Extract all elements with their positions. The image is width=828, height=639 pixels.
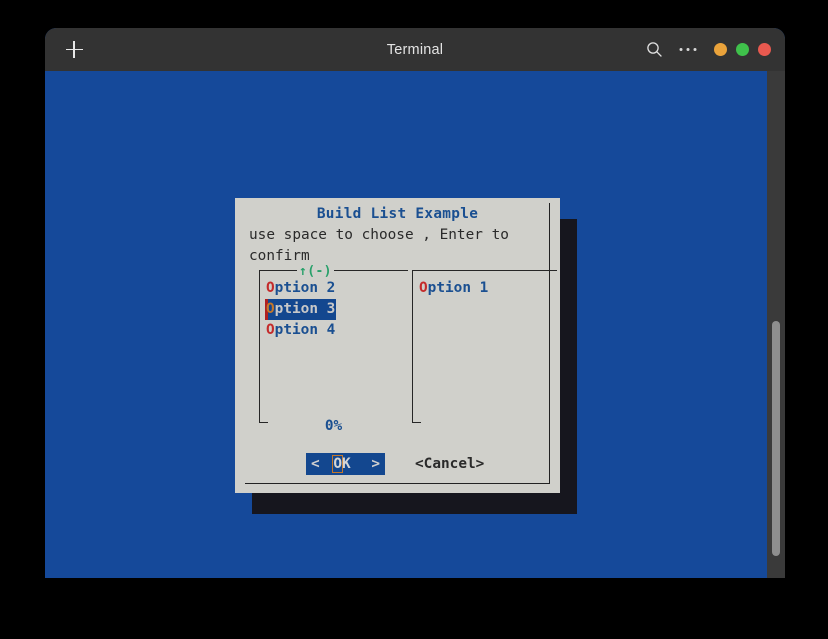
search-button[interactable]	[637, 28, 671, 71]
list-item-label: ption 2	[274, 280, 336, 296]
cancel-button[interactable]: <Cancel>	[415, 453, 484, 475]
ok-right-caret: >	[371, 456, 380, 472]
available-options-pane: ↑(-) Option 2 Option 3 Option 4	[259, 261, 408, 423]
ok-left-caret: <	[311, 456, 320, 472]
list-item-label: ption 4	[274, 322, 336, 338]
ok-button[interactable]: < OK >	[306, 453, 385, 475]
terminal-scrollbar-thumb[interactable]	[772, 321, 780, 556]
terminal-scrollbar-track[interactable]	[767, 71, 785, 578]
list-item-label: ption 1	[427, 280, 489, 296]
list-item-hotkey: O	[266, 322, 275, 338]
dialog-button-row: < OK > <Cancel>	[235, 453, 560, 477]
ellipsis-icon	[679, 48, 697, 51]
terminal-body: Build List Example use space to choose ,…	[45, 71, 785, 578]
pane-top-border	[412, 270, 557, 271]
ok-label: OK	[332, 453, 351, 475]
list-item-hotkey: O	[266, 301, 275, 317]
pane-bottom-border	[412, 422, 421, 423]
selected-options-list: Option 1	[418, 278, 555, 299]
dialog-prompt: use space to choose , Enter to confirm	[249, 227, 509, 264]
screen: Terminal Build List Example use space to…	[0, 0, 828, 639]
minimize-button[interactable]	[714, 43, 727, 56]
list-item[interactable]: Option 2	[265, 278, 336, 299]
ok-rest: K	[342, 456, 351, 472]
maximize-button[interactable]	[736, 43, 749, 56]
titlebar-actions	[637, 28, 771, 71]
selected-options-pane: Option 1	[412, 270, 557, 423]
available-options-list: Option 2 Option 3 Option 4	[265, 278, 406, 341]
terminal-titlebar: Terminal	[45, 28, 785, 71]
list-item-hotkey: O	[419, 280, 428, 296]
pane-left-border	[259, 270, 260, 423]
list-item-label: ption 3	[274, 301, 336, 317]
pane-left-border	[412, 270, 413, 423]
search-icon	[646, 42, 662, 57]
list-item[interactable]: Option 1	[418, 278, 489, 299]
build-list-dialog: Build List Example use space to choose ,…	[235, 198, 560, 493]
progress-percent: 0%	[324, 418, 343, 434]
terminal-window: Terminal Build List Example use space to…	[45, 28, 785, 578]
list-item[interactable]: Option 4	[265, 320, 336, 341]
menu-button[interactable]	[671, 28, 705, 71]
close-button[interactable]	[758, 43, 771, 56]
list-item-hotkey: O	[266, 280, 275, 296]
list-item-selected[interactable]: Option 3	[265, 299, 337, 320]
dialog-title: Build List Example	[316, 206, 479, 222]
